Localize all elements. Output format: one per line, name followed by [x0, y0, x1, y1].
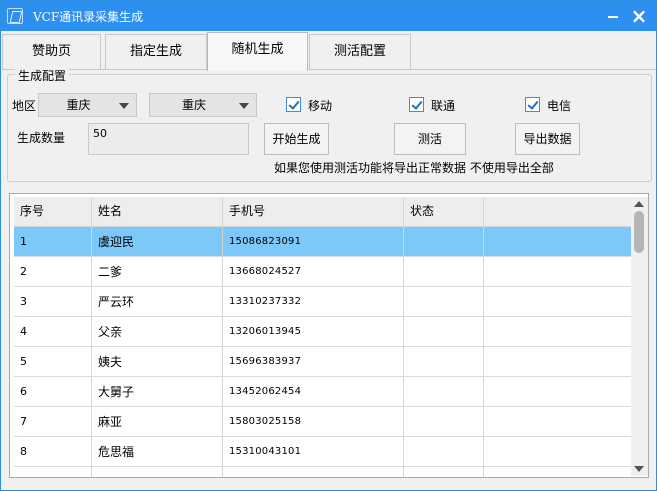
carrier-telecom-checkbox[interactable]: 电信	[525, 97, 585, 113]
carrier-unicom-checkbox[interactable]: 联通	[409, 97, 469, 113]
row-status	[404, 317, 484, 346]
row-status	[404, 437, 484, 466]
row-phone: 15696383937	[223, 347, 404, 376]
tab-specified-generate[interactable]: 指定生成	[105, 34, 207, 70]
scroll-thumb[interactable]	[634, 211, 644, 253]
start-generate-button[interactable]: 开始生成	[264, 123, 329, 155]
row-name: 虞迎民	[92, 227, 223, 256]
table-header: 序号 姓名 手机号 状态	[14, 197, 635, 227]
row-name: 严云环	[92, 287, 223, 316]
row-phone: 13668024527	[223, 257, 404, 286]
column-header-phone[interactable]: 手机号	[223, 197, 404, 226]
row-status	[404, 347, 484, 376]
window-title: VCF通讯录采集生成	[33, 10, 144, 24]
table-row-partial[interactable]	[14, 467, 635, 477]
app-icon	[7, 8, 23, 24]
table-row[interactable]: 3 严云环 13310237332	[14, 287, 635, 317]
row-index: 4	[14, 317, 92, 346]
region-label: 地区	[12, 99, 37, 113]
row-phone: 13452062454	[223, 377, 404, 406]
row-index: 3	[14, 287, 92, 316]
tab-random-generate[interactable]: 随机生成	[207, 32, 308, 71]
count-input[interactable]: 50	[88, 123, 249, 155]
row-index: 5	[14, 347, 92, 376]
table-row[interactable]: 1 虞迎民 15086823091	[14, 227, 635, 257]
row-name: 二爹	[92, 257, 223, 286]
checkbox-checked-icon	[409, 97, 424, 112]
carrier-telecom-label: 电信	[547, 99, 572, 113]
row-status	[404, 407, 484, 436]
row-index: 2	[14, 257, 92, 286]
row-status	[404, 377, 484, 406]
row-status	[404, 467, 484, 477]
table-row[interactable]: 5 姨夫 15696383937	[14, 347, 635, 377]
row-index: 1	[14, 227, 92, 256]
table-row[interactable]: 2 二爹 13668024527	[14, 257, 635, 287]
column-header-name[interactable]: 姓名	[92, 197, 223, 226]
table-row[interactable]: 6 大舅子 13452062454	[14, 377, 635, 407]
row-index	[14, 467, 92, 477]
row-phone: 15310043101	[223, 437, 404, 466]
carrier-unicom-label: 联通	[431, 99, 456, 113]
export-note: 如果您使用测活功能将导出正常数据 不使用导出全部	[274, 161, 554, 175]
table-row[interactable]: 4 父亲 13206013945	[14, 317, 635, 347]
column-header-status[interactable]: 状态	[404, 197, 484, 226]
tab-panel-border	[2, 69, 656, 70]
row-phone	[223, 467, 404, 477]
scroll-up-icon[interactable]	[634, 201, 644, 207]
tab-test-config[interactable]: 测活配置	[309, 34, 411, 70]
chevron-down-icon	[239, 103, 249, 109]
row-status	[404, 287, 484, 316]
row-phone: 15086823091	[223, 227, 404, 256]
row-name	[92, 467, 223, 477]
checkbox-checked-icon	[286, 97, 301, 112]
table-row[interactable]: 7 麻亚 15803025158	[14, 407, 635, 437]
row-index: 6	[14, 377, 92, 406]
column-header-filler	[484, 197, 635, 226]
chevron-down-icon	[119, 103, 129, 109]
row-status	[404, 257, 484, 286]
province-select[interactable]: 重庆	[38, 93, 137, 117]
row-phone: 15803025158	[223, 407, 404, 436]
row-index: 8	[14, 437, 92, 466]
title-bar: VCF通讯录采集生成 ×	[1, 1, 656, 31]
tab-sponsor[interactable]: 赞助页	[2, 34, 101, 70]
row-phone: 13310237332	[223, 287, 404, 316]
contacts-table: 序号 姓名 手机号 状态 1 虞迎民 15086823091 2 二爹 1366…	[9, 193, 649, 478]
city-select[interactable]: 重庆	[149, 93, 257, 117]
export-data-button[interactable]: 导出数据	[515, 123, 580, 155]
vertical-scrollbar[interactable]	[631, 197, 648, 476]
test-button[interactable]: 测活	[394, 123, 466, 155]
scroll-down-icon[interactable]	[634, 466, 644, 472]
column-header-index[interactable]: 序号	[14, 197, 92, 226]
row-name: 大舅子	[92, 377, 223, 406]
minimize-icon[interactable]	[603, 6, 623, 26]
row-status	[404, 227, 484, 256]
table-row[interactable]: 8 危思福 15310043101	[14, 437, 635, 467]
row-name: 姨夫	[92, 347, 223, 376]
checkbox-checked-icon	[525, 97, 540, 112]
row-name: 父亲	[92, 317, 223, 346]
carrier-mobile-checkbox[interactable]: 移动	[286, 97, 346, 113]
count-label: 生成数量	[17, 131, 66, 145]
row-index: 7	[14, 407, 92, 436]
group-title: 生成配置	[15, 67, 70, 84]
row-name: 危思福	[92, 437, 223, 466]
row-phone: 13206013945	[223, 317, 404, 346]
tab-strip: 赞助页 指定生成 随机生成 测活配置	[2, 32, 656, 71]
close-icon[interactable]: ×	[627, 4, 651, 28]
app-window: VCF通讯录采集生成 × 赞助页 指定生成 随机生成 测活配置 生成配置 地区 …	[0, 0, 657, 491]
carrier-mobile-label: 移动	[308, 99, 333, 113]
row-name: 麻亚	[92, 407, 223, 436]
